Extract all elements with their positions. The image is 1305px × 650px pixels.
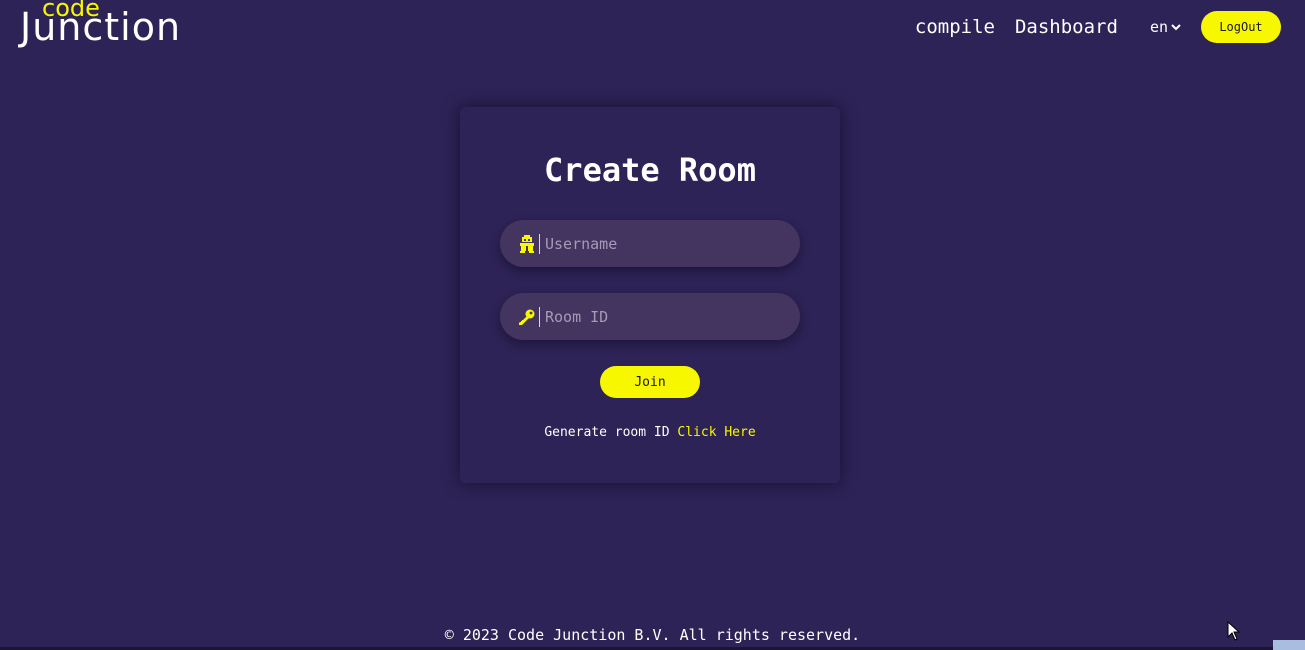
logo[interactable]: code Junction [20,0,220,48]
mouse-cursor-icon [1227,621,1240,641]
generate-room-link[interactable]: Click Here [677,425,755,440]
corner-widget [1273,640,1305,650]
user-icon [518,233,536,255]
input-divider [539,233,540,254]
logout-button[interactable]: LogOut [1201,11,1281,43]
room-id-input[interactable] [545,307,775,326]
create-room-card: Create Room Username Room ID Join Genera… [460,107,840,483]
nav-compile-link[interactable]: compile [915,16,995,38]
nav-dashboard-link[interactable]: Dashboard [1015,16,1118,38]
room-id-field[interactable] [500,293,800,340]
language-select[interactable]: en [1150,18,1181,36]
generate-room-line: Generate room ID Click Here [460,425,840,440]
chevron-down-icon [1171,24,1181,31]
input-divider [539,306,540,327]
join-button[interactable]: Join [600,366,700,398]
language-value: en [1149,18,1168,36]
top-nav: compile Dashboard en LogOut [915,11,1281,43]
generate-room-text: Generate room ID [544,425,670,440]
key-icon [518,306,536,328]
page-title: Create Room [544,151,756,189]
footer-copyright: © 2023 Code Junction B.V. All rights res… [444,626,861,644]
username-input[interactable] [545,234,775,253]
logo-junction-text: Junction [20,5,182,49]
username-field[interactable] [500,220,800,267]
